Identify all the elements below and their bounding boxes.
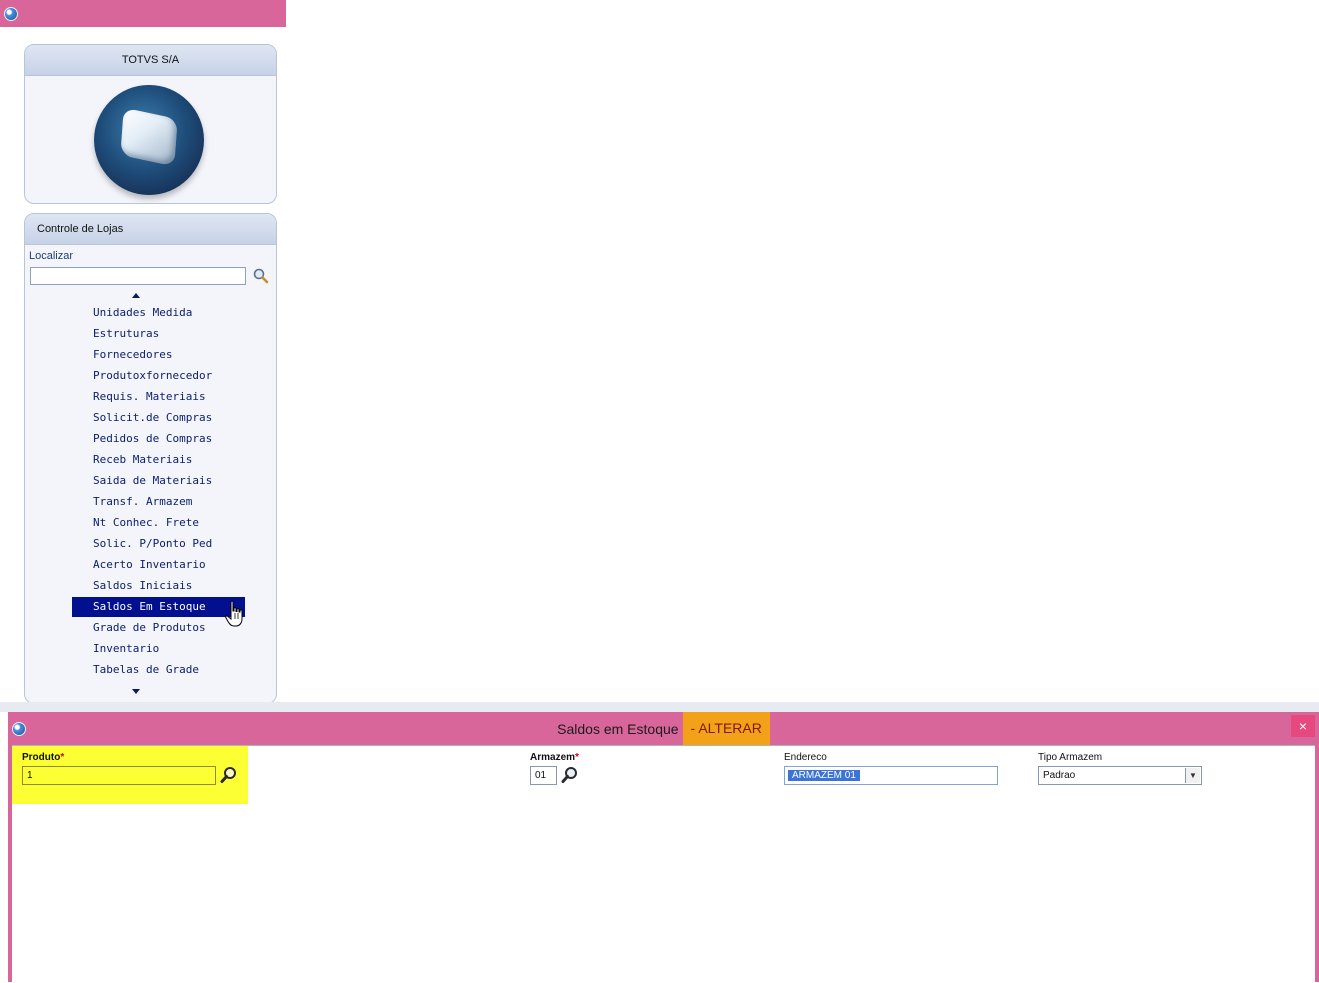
armazem-lookup-icon[interactable]	[561, 766, 579, 784]
globe-icon	[4, 7, 18, 21]
module-title: Controle de Lojas	[37, 223, 124, 235]
menu-item[interactable]: Saida de Materiais	[72, 471, 245, 491]
armazem-field[interactable]: 01	[530, 766, 557, 785]
menu-item[interactable]: Acerto Inventario	[72, 555, 245, 575]
menu-item[interactable]: Produtoxfornecedor	[72, 366, 245, 386]
menu-item[interactable]: Requis. Materiais	[72, 387, 245, 407]
menu-item[interactable]: Receb Materiais	[72, 450, 245, 470]
endereco-selected-text: ARMAZEM 01	[788, 770, 860, 781]
dialog-title-bar: Saldos em Estoque - ALTERAR	[8, 712, 1319, 745]
tipo-armazem-select[interactable]: Padrao ▼	[1038, 766, 1202, 785]
menu-item[interactable]: Tabelas de Grade	[72, 660, 245, 680]
dialog-window: Saldos em Estoque - ALTERAR × Produto* 1…	[8, 712, 1319, 983]
company-panel-header: TOTVS S/A	[25, 45, 276, 76]
company-name: TOTVS S/A	[121, 54, 180, 66]
company-panel: TOTVS S/A	[24, 44, 277, 204]
menu-item[interactable]: Unidades Medida	[72, 303, 245, 323]
menu-item[interactable]: Pedidos de Compras	[72, 429, 245, 449]
menu-item-selected[interactable]: Saldos Em Estoque	[72, 597, 245, 617]
armazem-label: Armazem*	[530, 752, 579, 763]
scroll-down-icon[interactable]	[132, 689, 140, 694]
menu-item[interactable]: Transf. Armazem	[72, 492, 245, 512]
hand-cursor-icon	[225, 600, 243, 627]
dialog-body: Produto* 1 Armazem* 01 Endereco ARMAZEM …	[12, 745, 1315, 983]
produto-label: Produto*	[22, 752, 65, 763]
endereco-field[interactable]: ARMAZEM 01	[784, 766, 998, 785]
dialog-mode: - ALTERAR	[682, 712, 770, 745]
menu-panel: Controle de Lojas Localizar Unidades Med…	[24, 213, 277, 704]
menu-item[interactable]: Grade de Produtos	[72, 618, 245, 638]
menu-panel-header: Controle de Lojas	[25, 214, 276, 245]
search-icon[interactable]	[252, 267, 270, 285]
menu-item[interactable]: Saldos Iniciais	[72, 576, 245, 596]
scroll-up-icon[interactable]	[132, 293, 140, 298]
menu-item[interactable]: Solic. P/Ponto Ped	[72, 534, 245, 554]
totvs-logo-icon	[94, 85, 204, 195]
menu-item[interactable]: Nt Conhec. Frete	[72, 513, 245, 533]
dialog-title: Saldos em Estoque	[557, 720, 679, 737]
chevron-down-icon[interactable]: ▼	[1185, 768, 1200, 783]
menu-item[interactable]: Inventario	[72, 639, 245, 659]
produto-field[interactable]: 1	[22, 766, 216, 785]
top-window-strip	[0, 0, 286, 27]
menu-item[interactable]: Solicit.de Compras	[72, 408, 245, 428]
search-label: Localizar	[29, 250, 74, 262]
endereco-label: Endereco	[784, 752, 827, 763]
background-window-titlebar	[0, 702, 1319, 712]
menu-item[interactable]: Estruturas	[72, 324, 245, 344]
close-button[interactable]: ×	[1291, 715, 1315, 737]
search-input[interactable]	[30, 267, 246, 285]
produto-lookup-icon[interactable]	[220, 766, 238, 784]
menu-item[interactable]: Fornecedores	[72, 345, 245, 365]
tipo-armazem-label: Tipo Armazem	[1038, 752, 1103, 763]
